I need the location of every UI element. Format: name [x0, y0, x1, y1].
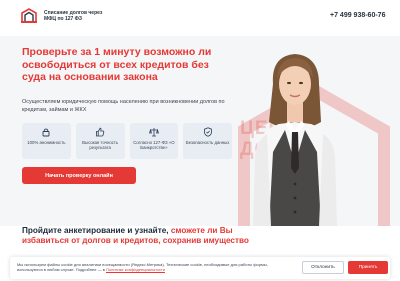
hero-section: ЦЕНТ ДОЛ Проверьте за 1 минуту возможно … — [0, 36, 400, 226]
feature-list: 100% анонимность Высокая точность резуль… — [22, 123, 232, 159]
thumbs-up-icon — [96, 127, 105, 137]
feature-card-accuracy: Высокая точность результата — [75, 123, 125, 159]
shield-icon — [203, 127, 212, 137]
privacy-policy-link[interactable]: Политике конфиденциальности — [106, 267, 165, 272]
feature-label: Высокая точность результата — [82, 140, 119, 151]
cookie-accept-button[interactable]: Принять — [348, 261, 388, 274]
survey-title-main: Пройдите анкетирование и узнайте, — [22, 226, 171, 235]
feature-card-law: Согласно 127-ФЗ «О Банкротстве» — [129, 123, 179, 159]
survey-title: Пройдите анкетирование и узнайте, сможет… — [22, 226, 252, 246]
feature-label: Безопасность данных — [185, 140, 230, 145]
feature-label: 100% анонимность — [27, 140, 66, 145]
hero-headline: Проверьте за 1 минуту возможно ли освобо… — [22, 46, 212, 83]
start-check-button[interactable]: Начать проверку онлайн — [22, 167, 136, 184]
cookie-banner: Мы используем файлы cookie для аналитики… — [10, 257, 390, 279]
consultant-photo — [253, 54, 337, 226]
hero-subtext: Осуществляем юридическую помощь населени… — [22, 99, 225, 113]
feature-card-anonymity: 100% анонимность — [22, 123, 71, 159]
feature-label: Согласно 127-ФЗ «О Банкротстве» — [133, 140, 175, 151]
site-header: Списание долгов через МФЦ по 127 ФЗ +7 4… — [0, 0, 400, 36]
phone-number[interactable]: +7 499 938-60-76 — [330, 12, 385, 19]
brand-text: Списание долгов через МФЦ по 127 ФЗ — [44, 10, 103, 22]
cookie-decline-button[interactable]: Отклонить — [302, 261, 344, 274]
feature-card-security: Безопасность данных — [183, 123, 232, 159]
scales-icon — [148, 128, 159, 137]
company-logo[interactable] — [20, 8, 38, 24]
lock-icon — [42, 128, 50, 137]
cookie-text: Мы используем файлы cookie для аналитики… — [17, 262, 287, 272]
